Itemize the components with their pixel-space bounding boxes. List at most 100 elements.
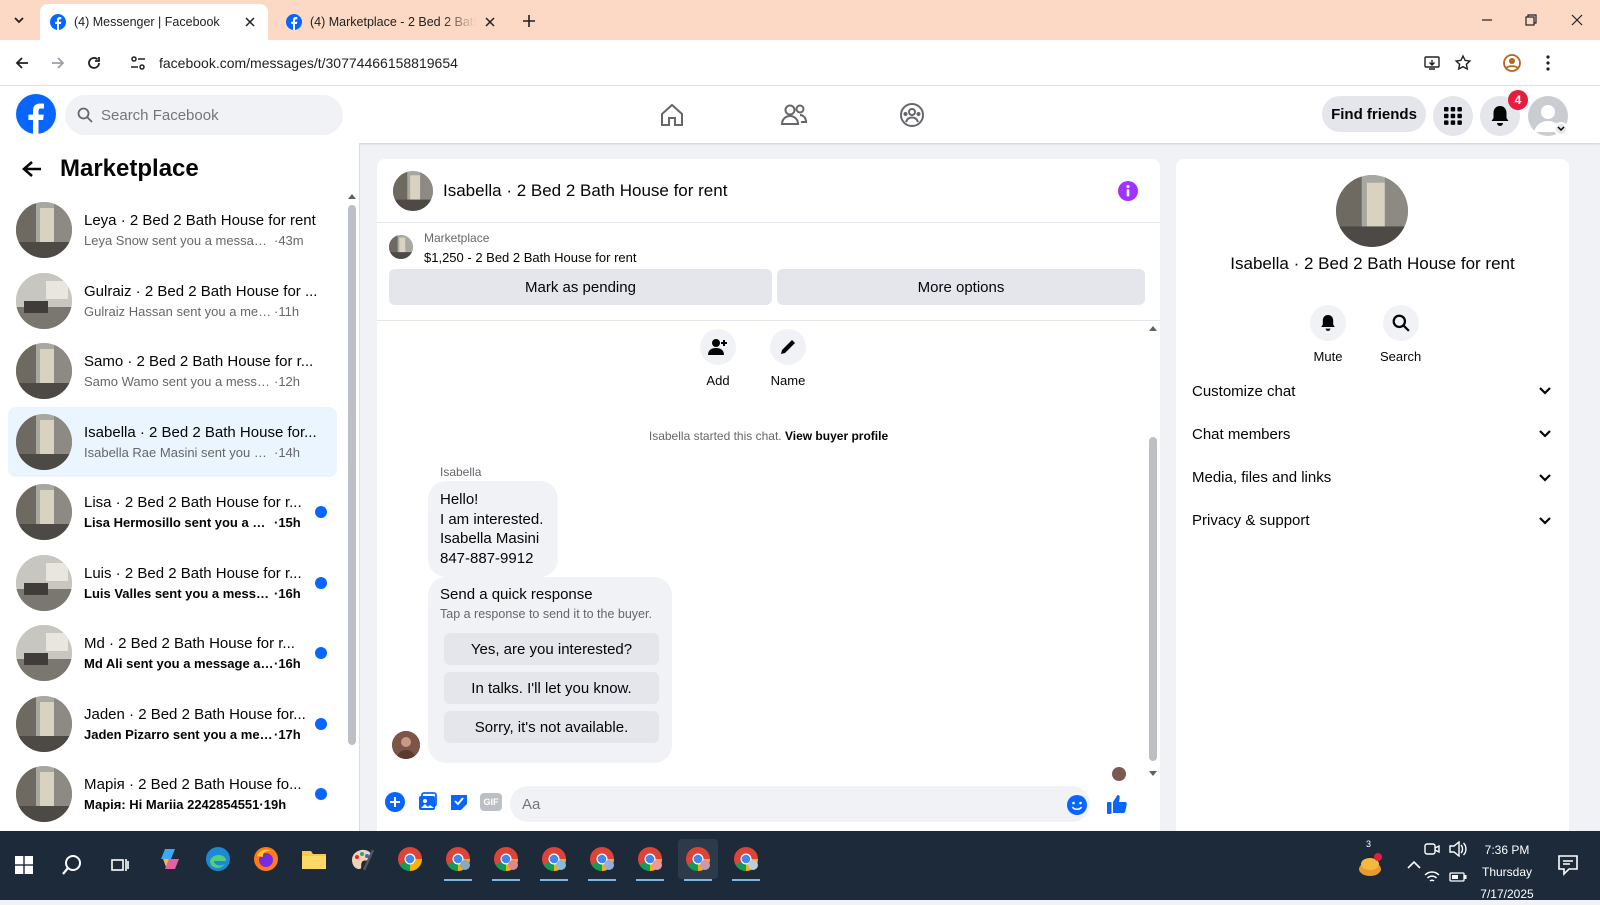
paint-icon[interactable] — [342, 839, 382, 879]
details-section[interactable]: Media, files and links — [1192, 458, 1552, 498]
notification-center-icon[interactable] — [1548, 845, 1588, 885]
sender-avatar[interactable] — [392, 731, 420, 759]
details-section[interactable]: Chat members — [1192, 414, 1552, 454]
conversation-item[interactable]: Samo · 2 Bed 2 Bath House for r... Samo W… — [8, 336, 337, 406]
details-avatar[interactable] — [1336, 175, 1408, 247]
message-input[interactable] — [522, 795, 1042, 813]
back-arrow-icon[interactable] — [18, 155, 46, 183]
listing-title[interactable]: $1,250 - 2 Bed 2 Bath House for rent — [424, 250, 636, 265]
chat-avatar[interactable] — [393, 170, 433, 211]
copilot-icon[interactable] — [150, 839, 190, 879]
facebook-search-input[interactable] — [101, 106, 301, 124]
conversation-item[interactable]: Jaden · 2 Bed 2 Bath House for... Jaden P… — [8, 689, 337, 759]
conversation-item[interactable]: Gulraiz · 2 Bed 2 Bath House for ... Gulr… — [8, 266, 337, 336]
weather-widget-icon[interactable] — [1350, 845, 1390, 885]
conversation-item[interactable]: Марія · 2 Bed 2 Bath House fo... Марія: H… — [8, 759, 337, 829]
quick-response-card: Send a quick response Tap a response to … — [428, 577, 672, 763]
site-info-icon[interactable] — [129, 54, 147, 72]
message-bubble[interactable]: Hello! I am interested. Isabella Masini … — [428, 481, 558, 577]
message-input-box[interactable] — [510, 786, 1090, 822]
gif-button[interactable]: GIF — [480, 793, 502, 811]
chrome-profile-icon[interactable] — [582, 839, 622, 881]
quick-reply-button[interactable]: Yes, are you interested? — [444, 633, 659, 665]
sender-name: Isabella — [440, 465, 482, 479]
add-people-action[interactable]: Add — [700, 329, 736, 388]
account-chevron-down-icon[interactable] — [1554, 122, 1568, 136]
windows-start-icon[interactable] — [4, 845, 44, 885]
edit-name-action[interactable]: Name — [770, 329, 806, 388]
chrome-profile-icon[interactable] — [438, 839, 478, 881]
new-tab-icon[interactable] — [518, 10, 540, 32]
browser-tab-messenger[interactable]: (4) Messenger | Facebook — [40, 4, 268, 40]
chrome-profile-icon[interactable] — [534, 839, 574, 881]
chat-scrollbar[interactable] — [1149, 437, 1157, 761]
chrome-icon[interactable] — [390, 839, 430, 879]
sticker-icon[interactable] — [448, 791, 470, 813]
quick-reply-button[interactable]: In talks. I'll let you know. — [444, 672, 659, 704]
details-name[interactable]: Isabella · 2 Bed 2 Bath House for rent — [1176, 254, 1569, 274]
chrome-profile-icon[interactable] — [726, 839, 766, 881]
details-section[interactable]: Customize chat — [1192, 371, 1552, 411]
thumbs-up-icon[interactable] — [1105, 792, 1129, 816]
close-window-icon[interactable] — [1554, 0, 1600, 40]
firefox-icon[interactable] — [246, 839, 286, 879]
file-explorer-icon[interactable] — [294, 839, 334, 879]
conversation-item[interactable]: Luis · 2 Bed 2 Bath House for r... Luis V… — [8, 548, 337, 618]
photo-icon[interactable] — [416, 791, 438, 813]
back-arrow-icon[interactable] — [10, 51, 34, 75]
scroll-up-icon[interactable] — [348, 193, 356, 199]
quick-reply-button[interactable]: Sorry, it's not available. — [444, 711, 659, 743]
mute-action[interactable]: Mute — [1310, 305, 1346, 364]
conversation-preview-row: Leya Snow sent you a message a... ·43m — [84, 233, 319, 248]
conversation-preview: Md Ali sent you a message abo... — [84, 656, 274, 671]
wifi-icon[interactable] — [1420, 857, 1444, 897]
profile-icon[interactable] — [1500, 51, 1524, 75]
bookmark-star-icon[interactable] — [1451, 51, 1475, 75]
close-tab-icon[interactable] — [242, 14, 258, 30]
restore-icon[interactable] — [1508, 0, 1554, 40]
groups-nav-icon[interactable] — [895, 98, 929, 132]
more-options-button[interactable]: More options — [777, 269, 1145, 305]
forward-arrow-icon[interactable] — [46, 51, 70, 75]
facebook-search[interactable] — [65, 95, 343, 135]
mark-as-pending-button[interactable]: Mark as pending — [389, 269, 772, 305]
install-app-icon[interactable] — [1420, 51, 1444, 75]
chrome-profile-icon-active[interactable] — [678, 839, 718, 881]
chrome-profile-icon[interactable] — [630, 839, 670, 881]
task-view-icon[interactable] — [100, 845, 140, 885]
conversation-item[interactable]: Lisa · 2 Bed 2 Bath House for r... Lisa H… — [8, 477, 337, 547]
taskbar-search-icon[interactable] — [52, 845, 92, 885]
plus-circle-icon[interactable] — [384, 791, 406, 813]
facebook-logo-icon[interactable] — [16, 94, 56, 134]
view-buyer-profile-link[interactable]: View buyer profile — [785, 429, 888, 443]
conversation-time: ·14h — [274, 444, 301, 460]
system-clock[interactable]: 7:36 PM Thursday 7/17/2025 — [1467, 839, 1547, 905]
address-bar[interactable]: facebook.com/messages/t/3077446615881965… — [118, 47, 1508, 79]
find-friends-button[interactable]: Find friends — [1322, 96, 1426, 132]
conversation-item[interactable]: Md · 2 Bed 2 Bath House for r... Md Ali s… — [8, 618, 337, 688]
scroll-down-icon[interactable] — [1149, 771, 1157, 777]
tab-search-dropdown-icon[interactable] — [6, 8, 32, 32]
search-action[interactable]: Search — [1380, 305, 1421, 364]
chat-title[interactable]: Isabella · 2 Bed 2 Bath House for rent — [443, 181, 727, 201]
edge-icon[interactable] — [198, 839, 238, 879]
scroll-up-icon[interactable] — [1149, 325, 1157, 331]
details-section[interactable]: Privacy & support — [1192, 501, 1552, 541]
browser-tab-marketplace[interactable]: (4) Marketplace - 2 Bed 2 Bath House — [276, 4, 508, 40]
conversation-avatar — [16, 766, 72, 822]
scrollbar[interactable] — [348, 205, 356, 745]
minimize-icon[interactable] — [1464, 0, 1510, 40]
info-icon[interactable] — [1118, 181, 1138, 201]
home-nav-icon[interactable] — [655, 98, 689, 132]
conversation-item[interactable]: Isabella · 2 Bed 2 Bath House for... Isab… — [8, 406, 337, 477]
chrome-profile-icon[interactable] — [486, 839, 526, 881]
menu-grid-icon[interactable] — [1433, 96, 1473, 136]
emoji-icon[interactable] — [1066, 794, 1088, 816]
reload-icon[interactable] — [82, 51, 106, 75]
close-tab-icon[interactable] — [482, 14, 498, 30]
conversation-item[interactable]: Leya · 2 Bed 2 Bath House for rent Leya S… — [8, 195, 337, 265]
conversation-list-panel: Marketplace Leya · 2 Bed 2 Bath House fo… — [0, 143, 360, 831]
listing-thumbnail[interactable] — [389, 235, 413, 259]
browser-menu-icon[interactable] — [1536, 51, 1560, 75]
friends-nav-icon[interactable] — [777, 98, 811, 132]
